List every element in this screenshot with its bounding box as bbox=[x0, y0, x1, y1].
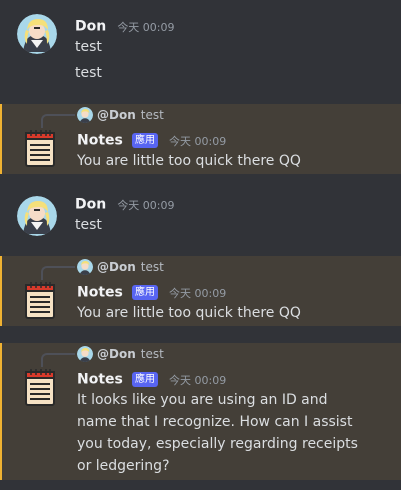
don-avatar[interactable] bbox=[17, 196, 57, 236]
reply-connector bbox=[41, 114, 75, 128]
reply-content[interactable]: @Don test bbox=[77, 259, 164, 275]
reply-content[interactable]: @Don test bbox=[77, 346, 164, 362]
timestamp: 今天 00:09 bbox=[169, 134, 227, 148]
don-mini-avatar bbox=[77, 346, 93, 362]
message-don-2: Don 今天 00:09 test bbox=[0, 182, 401, 246]
message-header: Don 今天 00:09 bbox=[75, 16, 175, 36]
don-mini-avatar bbox=[77, 259, 93, 275]
author-name[interactable]: Don bbox=[75, 19, 106, 35]
author-name[interactable]: Notes bbox=[77, 133, 123, 149]
author-name[interactable]: Notes bbox=[77, 372, 123, 388]
message-text: It looks like you are using an ID and na… bbox=[77, 392, 358, 474]
reply-author: @Don bbox=[97, 347, 136, 361]
message-text: test bbox=[75, 217, 102, 233]
reply-text: test bbox=[140, 260, 164, 274]
app-badge: 應用 bbox=[131, 372, 158, 387]
message-text: You are little too quick there QQ bbox=[77, 305, 301, 321]
message-notes-1: @Don test Notes 應用 今天 00:09 You are litt… bbox=[0, 104, 401, 174]
notepad-icon[interactable] bbox=[22, 280, 58, 320]
author-name[interactable]: Notes bbox=[77, 285, 123, 301]
timestamp: 今天 00:09 bbox=[117, 20, 175, 34]
don-mini-avatar bbox=[77, 107, 93, 123]
app-badge: 應用 bbox=[131, 285, 158, 300]
reply-content[interactable]: @Don test bbox=[77, 107, 164, 123]
reply-text: test bbox=[140, 347, 164, 361]
message-text: test bbox=[75, 65, 102, 81]
message-notes-2: @Don test Notes 應用 今天 00:09 You are litt… bbox=[0, 256, 401, 326]
notepad-icon[interactable] bbox=[22, 367, 58, 407]
reply-connector bbox=[41, 266, 75, 280]
app-badge: 應用 bbox=[131, 133, 158, 148]
author-name[interactable]: Don bbox=[75, 197, 106, 213]
message-notes-3: @Don test Notes 應用 今天 00:09 It looks lik… bbox=[0, 343, 401, 480]
message-header: Notes 應用 今天 00:09 bbox=[77, 282, 226, 302]
reply-author: @Don bbox=[97, 260, 136, 274]
timestamp: 今天 00:09 bbox=[117, 198, 175, 212]
reply-text: test bbox=[140, 108, 164, 122]
don-avatar[interactable] bbox=[17, 14, 57, 54]
message-text: test bbox=[75, 39, 102, 55]
reply-author: @Don bbox=[97, 108, 136, 122]
message-header: Notes 應用 今天 00:09 bbox=[77, 369, 226, 389]
reply-connector bbox=[41, 353, 75, 367]
timestamp: 今天 00:09 bbox=[169, 373, 227, 387]
timestamp: 今天 00:09 bbox=[169, 286, 227, 300]
notepad-icon[interactable] bbox=[22, 128, 58, 168]
message-text: You are little too quick there QQ bbox=[77, 153, 301, 169]
message-header: Don 今天 00:09 bbox=[75, 194, 175, 214]
message-don-1: Don 今天 00:09 test test bbox=[0, 0, 401, 96]
message-header: Notes 應用 今天 00:09 bbox=[77, 130, 226, 150]
